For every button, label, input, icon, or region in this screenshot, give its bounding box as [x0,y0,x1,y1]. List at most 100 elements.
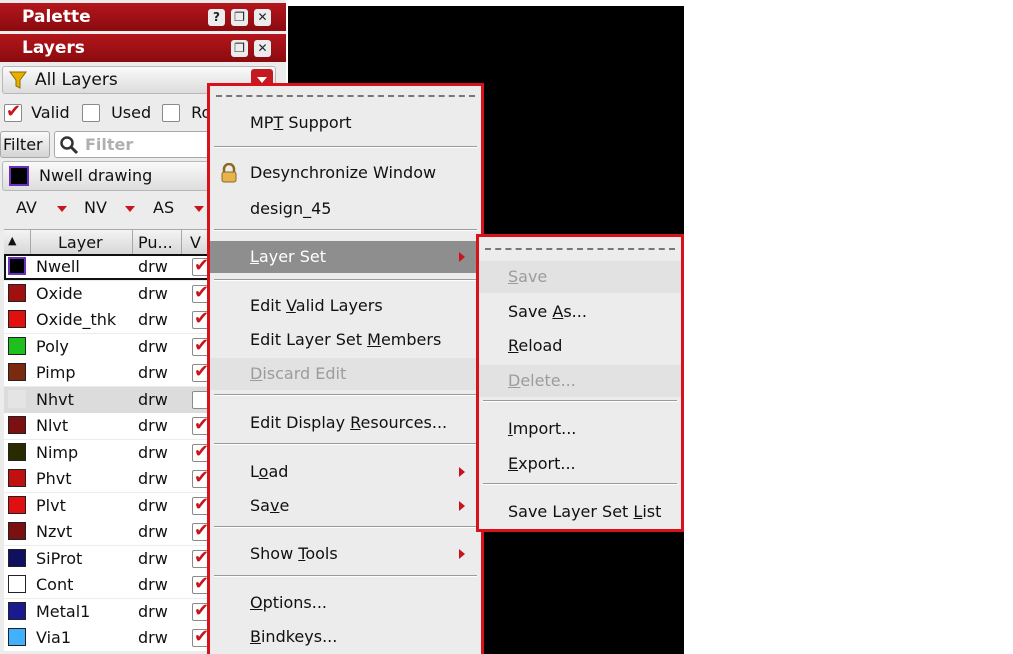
save-layer-set-item: Save [479,261,681,293]
options-item[interactable]: Options... [210,587,481,619]
edit-display-resources-item[interactable]: Edit Display Resources... [210,407,481,439]
nv-label: NV [84,198,107,217]
layer-name: Nlvt [36,416,69,435]
used-label: Used [111,103,152,122]
layer-name: Nwell [36,257,80,276]
menu-separator [483,483,677,485]
layers-context-menu: MPT Support Desynchronize Window design_45… [207,83,484,654]
used-checkbox[interactable]: Used [82,102,151,122]
valid-checkbox[interactable]: Valid [4,101,70,122]
save-layer-set-list-item[interactable]: Save Layer Set List [479,496,681,528]
layer-name: Via1 [36,628,72,647]
save-layer-set-list-item-label: Save Layer Set List [508,502,662,521]
tear-off-line[interactable] [485,248,675,250]
chevron-right-icon [459,549,465,559]
layer-swatch-icon [8,601,26,620]
save-item[interactable]: Save [210,490,481,522]
desynchronize-window-item-label: Desynchronize Window [250,163,437,182]
layer-name: Plvt [36,495,66,515]
tear-off-line[interactable] [216,95,475,97]
chevron-down-icon[interactable] [57,206,67,212]
bindkeys-item[interactable]: Bindkeys... [210,621,481,653]
funnel-icon [9,71,27,89]
reload-item[interactable]: Reload [479,330,681,362]
layer-set-value: All Layers [35,70,118,90]
column-header-purpose[interactable]: Pu... [138,233,173,252]
mpt-support-item[interactable]: MPT Support [210,107,481,139]
layer-swatch-icon [8,442,26,461]
save-as-item-label: Save As... [508,302,587,321]
desynchronize-window-item[interactable]: Desynchronize Window [210,157,481,189]
chevron-right-icon [459,467,465,477]
save-item-label: Save [250,496,290,515]
layer-swatch-icon [8,469,26,487]
palette-title: Palette [22,7,91,27]
save-as-item[interactable]: Save As... [479,296,681,328]
layer-swatch-icon [8,363,26,381]
column-header-layer[interactable]: Layer [58,233,103,252]
show-tools-item-label: Show Tools [250,544,338,563]
layer-set-item[interactable]: Layer Set [210,241,481,273]
import-item[interactable]: Import... [479,413,681,445]
checkbox-icon[interactable] [162,103,180,122]
float-icon[interactable]: ❐ [231,9,248,26]
load-item[interactable]: Load [210,456,481,488]
edit-valid-layers-item-label: Edit Valid Layers [250,296,383,315]
layer-purpose: drw [138,389,168,409]
close-icon[interactable]: ✕ [254,9,271,26]
layer-name: SiProt [36,548,83,568]
options-item-label: Options... [250,593,327,612]
filter-placeholder: Filter [85,135,134,154]
layer-purpose: drw [138,601,168,621]
routing-checkbox[interactable]: Ro [162,102,211,122]
help-icon[interactable]: ? [208,9,225,26]
close-icon[interactable]: ✕ [254,40,271,57]
layer-purpose: drw [138,310,168,329]
layer-purpose: drw [138,469,168,488]
layer-name: Nhvt [36,389,74,409]
menu-separator [214,146,477,148]
as-label: AS [153,198,175,217]
layer-swatch-icon [8,310,26,328]
layers-titlebar: Layers ❐ ✕ [0,34,286,62]
layer-name: Phvt [36,469,72,488]
all-visible-button[interactable]: AV [16,198,37,217]
av-label: AV [16,198,37,217]
delete-item: Delete... [479,365,681,397]
edit-valid-layers-item[interactable]: Edit Valid Layers [210,290,481,322]
layer-name: Oxide_thk [36,310,117,329]
lock-icon [220,162,238,183]
column-header-visible[interactable]: V [190,233,201,252]
all-selectable-button[interactable]: AS [153,198,174,217]
edit-layer-set-members-item-label: Edit Layer Set Members [250,330,442,349]
checkbox-icon[interactable] [4,101,22,122]
layer-purpose: drw [138,257,168,276]
chevron-down-icon[interactable] [125,206,135,212]
show-tools-item[interactable]: Show Tools [210,538,481,570]
layer-swatch-icon [8,495,26,514]
export-item-label: Export... [508,454,576,473]
design-45-item[interactable]: design_45 [210,193,481,225]
layer-name: Metal1 [36,601,91,621]
load-item-label: Load [250,462,289,481]
reload-item-label: Reload [508,336,563,355]
menu-separator [214,229,477,231]
layer-swatch-icon [8,416,26,434]
float-icon[interactable]: ❐ [231,40,248,57]
delete-item-label: Delete... [508,371,576,390]
checkbox-icon[interactable] [82,103,100,122]
layer-purpose: drw [138,522,168,541]
filter-button[interactable]: Filter [0,131,50,158]
layer-purpose: drw [138,575,168,594]
edit-display-resources-item-label: Edit Display Resources... [250,413,448,432]
chevron-down-icon[interactable] [194,206,204,212]
export-item[interactable]: Export... [479,448,681,480]
sort-ascending-icon[interactable]: ▲ [8,234,16,247]
layer-swatch-icon [8,283,26,302]
none-visible-button[interactable]: NV [84,198,107,217]
edit-layer-set-members-item[interactable]: Edit Layer Set Members [210,324,481,356]
layer-name: Nzvt [36,522,73,541]
chevron-right-icon [459,252,465,262]
layer-name: Cont [36,575,74,594]
menu-separator [214,526,477,528]
